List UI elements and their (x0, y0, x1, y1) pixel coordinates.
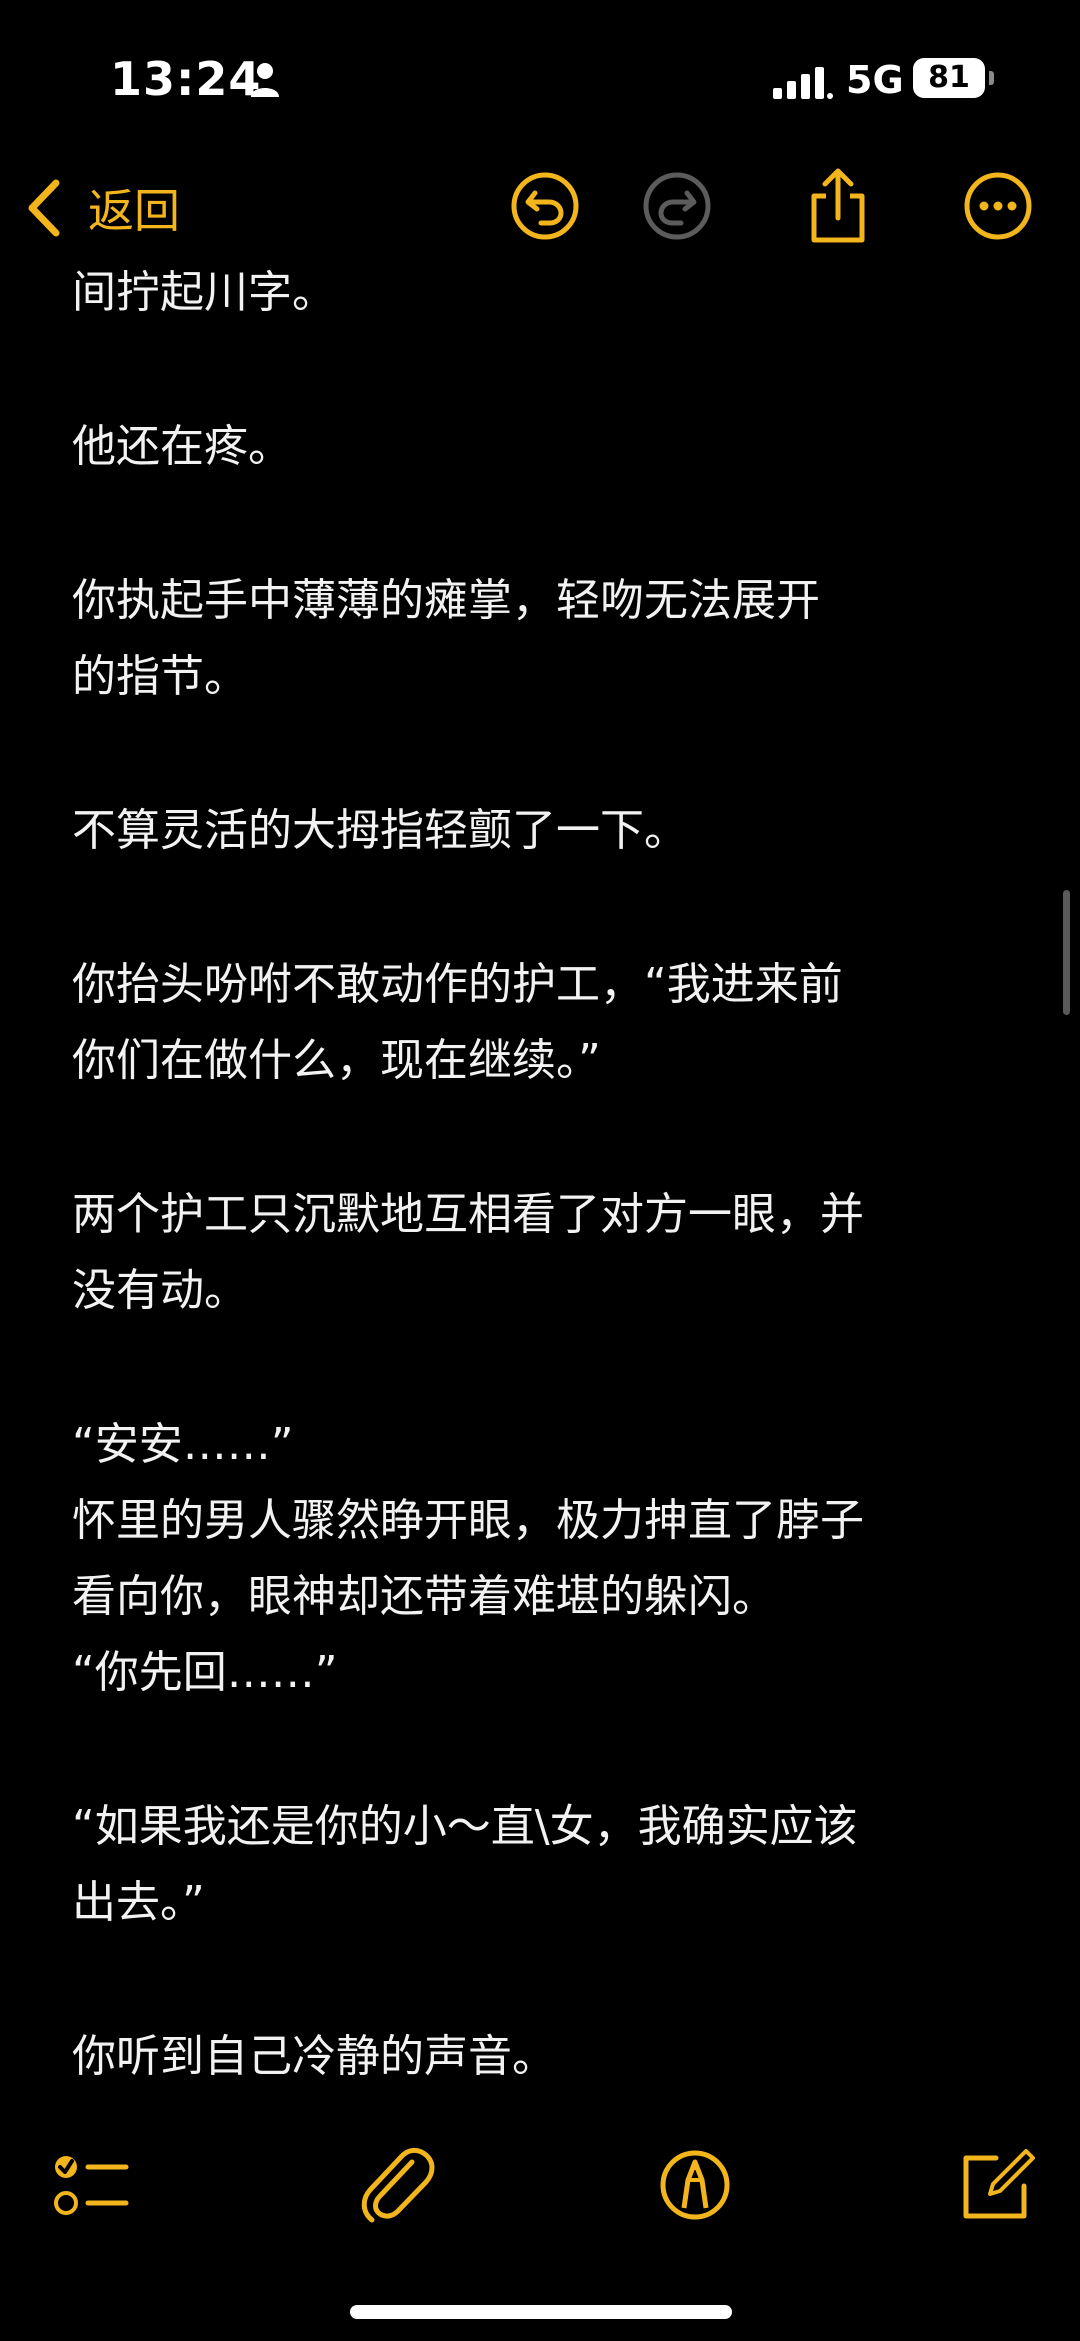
note-line: 没有动。 (72, 1265, 248, 1316)
share-icon[interactable] (798, 166, 878, 246)
nav-bar: 返回 (0, 150, 1080, 265)
note-line: 的指节。 (72, 651, 248, 702)
note-line: “你先回……” (72, 1647, 338, 1698)
note-line: 他还在疼。 (72, 421, 292, 472)
battery-icon: 81 (913, 58, 985, 98)
note-line: 你们在做什么，现在继续。” (72, 1035, 601, 1086)
chevron-left-icon (28, 179, 60, 236)
note-line: “安安……” (72, 1419, 294, 1470)
attachment-icon[interactable] (350, 2140, 440, 2230)
note-line: “如果我还是你的小～直\女，我确实应该 (72, 1801, 858, 1852)
status-bar: 13:24 5G 81 (0, 0, 1080, 150)
note-blank-line (72, 715, 1022, 793)
back-label: 返回 (88, 183, 180, 238)
note-blank-line (72, 869, 1022, 947)
note-body[interactable]: 间拧起川字。 他还在疼。你执起手中薄薄的瘫掌，轻吻无法展开 的指节。不算灵活的大拇指… (72, 255, 1022, 2095)
note-line: 你执起手中薄薄的瘫掌，轻吻无法展开 (72, 575, 820, 626)
note-blank-line (72, 331, 1022, 409)
note-blank-line (72, 485, 1022, 563)
note-blank-line (72, 1941, 1022, 2019)
markup-icon[interactable] (650, 2140, 740, 2230)
note-blank-line (72, 1329, 1022, 1407)
person-icon (251, 63, 279, 97)
checklist-icon[interactable] (44, 2140, 134, 2230)
redo-icon (643, 172, 711, 240)
bottom-toolbar (0, 2140, 1080, 2250)
note-line: 两个护工只沉默地互相看了对方一眼，并 (72, 1189, 864, 1240)
note-line: 怀里的男人骤然睁开眼，极力抻直了脖子 (72, 1495, 864, 1546)
note-line: 出去。” (72, 1877, 205, 1928)
more-icon[interactable] (958, 166, 1038, 246)
note-line: 看向你，眼神却还带着难堪的躲闪。 (72, 1571, 776, 1622)
scroll-indicator[interactable] (1063, 890, 1070, 1015)
note-blank-line (72, 1099, 1022, 1177)
undo-icon[interactable] (505, 166, 585, 246)
status-time: 13:24 (110, 52, 262, 106)
signal-icon (773, 67, 833, 99)
note-line: 你抬头吩咐不敢动作的护工，“我进来前 (72, 959, 843, 1010)
back-button[interactable]: 返回 (22, 170, 180, 245)
home-indicator[interactable] (350, 2305, 732, 2319)
note-line: 间拧起川字。 (72, 267, 336, 318)
network-type: 5G (846, 58, 904, 102)
compose-icon[interactable] (952, 2140, 1042, 2230)
note-blank-line (72, 1711, 1022, 1789)
battery-level: 81 (928, 60, 970, 95)
battery-tip (989, 71, 994, 85)
note-line: 不算灵活的大拇指轻颤了一下。 (72, 805, 688, 856)
note-line: 你听到自己冷静的声音。 (72, 2031, 556, 2082)
